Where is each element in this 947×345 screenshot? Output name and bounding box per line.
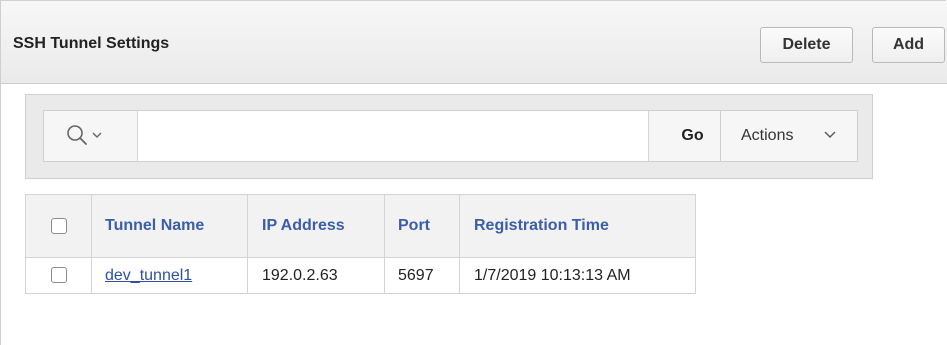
column-header-registration-time[interactable]: Registration Time (459, 194, 696, 258)
row-select-cell (25, 257, 92, 294)
row-checkbox[interactable] (50, 267, 67, 284)
chevron-down-icon (824, 131, 836, 138)
ssh-tunnel-settings-region: SSH Tunnel Settings Delete Add Go Action… (0, 0, 947, 345)
report-toolbar: Go Actions (25, 94, 873, 179)
search-input[interactable] (138, 111, 648, 161)
chevron-down-icon (92, 132, 102, 138)
port-cell: 5697 (384, 257, 460, 294)
region-title: SSH Tunnel Settings (13, 35, 170, 52)
table-header-row: Tunnel Name IP Address Port Registration… (25, 194, 696, 258)
select-all-checkbox[interactable] (50, 217, 67, 234)
tunnel-name-cell: dev_tunnel1 (91, 257, 248, 294)
table-row: dev_tunnel1 192.0.2.63 5697 1/7/2019 10:… (25, 257, 696, 294)
region-header: SSH Tunnel Settings Delete Add (1, 1, 947, 84)
add-button[interactable]: Add (872, 27, 945, 63)
tunnel-report-table: Tunnel Name IP Address Port Registration… (25, 194, 696, 294)
column-header-port[interactable]: Port (384, 194, 460, 258)
search-bar: Go (43, 110, 737, 162)
registration-time-cell: 1/7/2019 10:13:13 AM (459, 257, 696, 294)
select-all-cell (25, 194, 92, 258)
search-column-menu[interactable] (44, 111, 138, 161)
ip-address-cell: 192.0.2.63 (247, 257, 385, 294)
column-header-tunnel-name[interactable]: Tunnel Name (91, 194, 248, 258)
search-icon (67, 125, 102, 145)
delete-button[interactable]: Delete (760, 27, 853, 63)
actions-label: Actions (741, 127, 794, 144)
actions-menu-button[interactable]: Actions (720, 110, 858, 162)
tunnel-name-link[interactable]: dev_tunnel1 (105, 267, 192, 284)
column-header-ip-address[interactable]: IP Address (247, 194, 385, 258)
